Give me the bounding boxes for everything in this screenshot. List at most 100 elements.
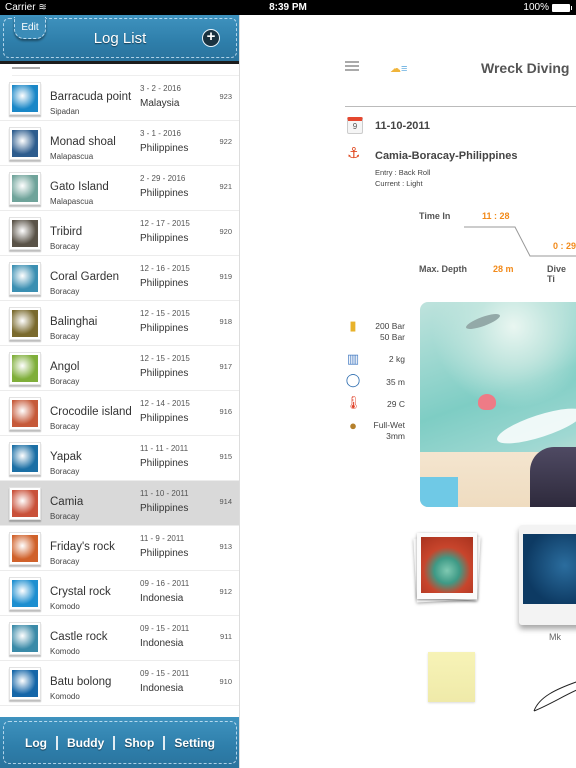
dive-number: 920 [219,227,232,236]
dive-site-name: Malapascua [50,197,94,206]
dive-site-name: Boracay [50,332,80,341]
dive-number: 911 [220,632,232,641]
log-list-item[interactable]: Tribird Boracay 12 - 17 - 2015 Philippines 9… [0,211,239,256]
dive-number: 915 [219,452,232,461]
log-list-panel: Edit Log List + Barracuda point Sipadan 3 … [0,15,240,768]
dive-thumbnail [9,667,41,700]
log-list-item[interactable]: Balinghai Boracay 12 - 15 - 2015 Philippine… [0,301,239,346]
dive-country: Philippines [140,368,189,379]
signature-drawing [533,681,576,712]
dive-date: 12 - 15 - 2015 [140,354,190,363]
dive-country: Indonesia [140,638,184,649]
diver-image [523,534,576,604]
dive-name: Balinghai [50,316,98,328]
dive-site-name: Boracay [50,377,80,386]
dive-number: 922 [219,137,232,146]
dive-number: 918 [219,317,232,326]
thermometer-icon: 🌡 [345,395,362,410]
dive-country: Philippines [140,143,189,154]
dive-thumbnail [9,487,41,520]
tab-shop[interactable]: Shop [115,736,163,750]
log-list-item[interactable]: Friday's rock Boracay 11 - 9 - 2011 Philipp… [0,526,239,571]
dive-date: 3 - 2 - 2016 [140,84,181,93]
dive-name: Crocodile island [50,406,132,418]
dive-thumbnail [9,82,41,115]
log-detail-panel: ☁≡ Wreck Diving 9 11-10-2011 ⚓ Camia-Bor… [241,15,576,768]
log-list-item[interactable]: Castle rock Komodo 09 - 15 - 2011 Indonesia… [0,616,239,661]
dive-thumbnail [9,217,41,250]
tank-icon: ▮ [349,318,357,333]
tab-setting[interactable]: Setting [165,736,224,750]
tab-bar: Log Buddy Shop Setting [0,717,239,768]
dive-thumbnail [9,622,41,655]
dive-date: 12 - 17 - 2015 [140,219,190,228]
weight-value: 2 kg [388,354,405,364]
list-item-partial [12,67,239,76]
dive-country: Malaysia [140,98,180,109]
art-rocks [530,447,576,507]
tank-pressure: 200 Bar 50 Bar [375,321,405,342]
dive-name: Castle rock [50,631,108,643]
log-list-item[interactable]: Camia Boracay 11 - 10 - 2011 Philippines 914 [0,481,239,526]
dive-date: 12 - 16 - 2015 [140,264,190,273]
mini-chart-icon [420,477,458,507]
dive-country: Philippines [140,413,189,424]
dive-name: Tribird [50,226,83,238]
log-list-item[interactable]: Crocodile island Boracay 12 - 14 - 2015 Phi… [0,391,239,436]
clock: 8:39 PM [269,2,307,13]
dive-number: 916 [219,407,232,416]
dive-number: 921 [219,182,232,191]
log-list-item[interactable]: Monad shoal Malapascua 3 - 1 - 2016 Philipp… [0,121,239,166]
log-list-item[interactable]: Batu bolong Komodo 09 - 15 - 2011 Indonesia… [0,661,239,706]
dive-date: 09 - 15 - 2011 [140,624,190,633]
dive-name: Friday's rock [50,541,115,553]
dive-thumbnail [9,577,41,610]
photo-stack[interactable] [413,531,481,603]
art-octopus [478,394,496,410]
tab-divider [113,735,116,750]
dive-site-name: Boracay [50,557,80,566]
log-list-item[interactable]: Angol Boracay 12 - 15 - 2015 Philippines 917 [0,346,239,391]
diver-photo[interactable] [519,525,576,625]
add-log-button[interactable]: + [202,29,220,47]
art-shark [464,311,502,332]
log-list-item[interactable]: Gato Island Malapascua 2 - 29 - 2016 Philip… [0,166,239,211]
dive-thumbnail [9,352,41,385]
dive-name: Camia [50,496,84,508]
dive-country: Indonesia [140,683,184,694]
tab-buddy[interactable]: Buddy [58,736,113,750]
dive-date: 12 - 15 - 2015 [140,309,190,318]
sticky-note[interactable] [428,652,475,702]
dive-site-name: Sipadan [50,107,80,116]
dive-number: 923 [219,92,232,101]
dive-date: 11 - 10 - 2011 [140,489,189,498]
dive-thumbnail [9,262,41,295]
log-list-item[interactable]: Coral Garden Boracay 12 - 16 - 2015 Philipp… [0,256,239,301]
dive-thumbnail [9,127,41,160]
visibility-value: 35 m [386,377,405,387]
dive-number: 917 [219,362,232,371]
dive-artwork[interactable] [420,302,576,507]
photo-thumbnail [421,537,473,593]
max-depth-label: Max. Depth [419,264,468,274]
log-list-item[interactable]: Yapak Boracay 11 - 11 - 2011 Philippines 915 [0,436,239,481]
log-list-item[interactable]: Crystal rock Komodo 09 - 16 - 2011 Indonesi… [0,571,239,616]
dive-time-value: 0 : 29 [553,241,576,251]
dive-thumbnail [9,397,41,430]
dive-country: Philippines [140,188,189,199]
dive-name: Batu bolong [50,676,112,688]
status-bar: Carrier ≋ 8:39 PM 100% [0,0,576,15]
temperature-value: 29 C [387,399,405,409]
dive-number: 910 [219,677,232,686]
art-ray [493,401,576,451]
dive-country: Philippines [140,323,189,334]
log-list[interactable]: Barracuda point Sipadan 3 - 2 - 2016 Malays… [0,67,239,715]
dive-date: 09 - 16 - 2011 [140,579,190,588]
dive-site-name: Boracay [50,422,80,431]
battery-icon [552,3,572,12]
log-list-item[interactable]: Barracuda point Sipadan 3 - 2 - 2016 Malays… [0,76,239,121]
tab-log[interactable]: Log [16,736,56,750]
dive-thumbnail [9,172,41,205]
battery-indicator: 100% [523,2,572,13]
dive-country: Philippines [140,503,189,514]
